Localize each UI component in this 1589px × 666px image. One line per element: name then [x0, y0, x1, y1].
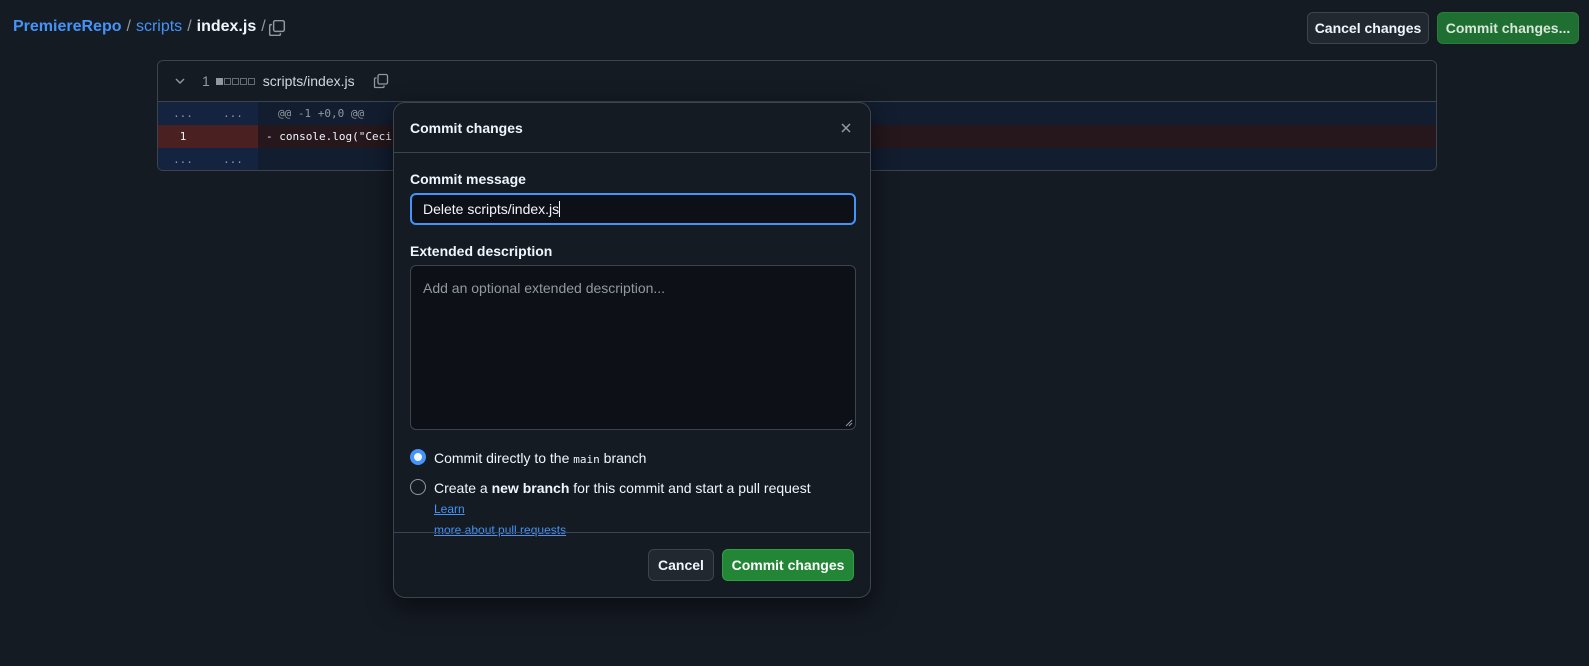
- option-branch-suffix: for this commit and start a pull request: [573, 480, 811, 496]
- chevron-down-icon[interactable]: [174, 75, 186, 87]
- new-branch-option[interactable]: Create a new branch for this commit and …: [410, 478, 854, 540]
- breadcrumb-current-file: index.js: [196, 18, 257, 35]
- radio-unselected-icon[interactable]: [410, 479, 426, 495]
- branch-name: main: [573, 453, 600, 466]
- option-branch-bold: new branch: [491, 480, 570, 496]
- expand-line-left[interactable]: ...: [158, 148, 208, 170]
- option-direct-prefix: Commit directly to the: [434, 450, 570, 466]
- radio-selected-icon[interactable]: [410, 449, 426, 465]
- breadcrumb-separator: /: [261, 18, 266, 35]
- commit-message-input[interactable]: Delete scripts/index.js: [410, 193, 856, 225]
- diff-filename: scripts/index.js: [262, 73, 355, 89]
- deleted-line-code: - console.log("Ceci: [266, 130, 392, 143]
- extended-description-textarea[interactable]: Add an optional extended description...: [410, 265, 856, 430]
- commit-message-label: Commit message: [410, 171, 526, 187]
- diff-count: 1: [202, 73, 210, 89]
- description-placeholder: Add an optional extended description...: [423, 280, 666, 296]
- copy-path-icon[interactable]: [268, 19, 286, 37]
- cancel-button[interactable]: Cancel: [648, 549, 714, 581]
- option-direct-suffix: branch: [603, 450, 647, 466]
- dialog-title: Commit changes: [410, 119, 523, 136]
- commit-changes-button[interactable]: Commit changes...: [1437, 12, 1579, 44]
- breadcrumb: PremiereRepo / scripts / index.js /: [13, 18, 271, 36]
- commit-button[interactable]: Commit changes: [722, 549, 854, 581]
- dialog-footer: Cancel Commit changes: [394, 532, 870, 597]
- new-line-number: [208, 125, 258, 148]
- close-icon[interactable]: [838, 120, 854, 136]
- top-bar: PremiereRepo / scripts / index.js / Canc…: [0, 0, 1589, 56]
- expand-line-right[interactable]: ...: [208, 102, 258, 125]
- dialog-header: Commit changes: [394, 103, 870, 153]
- text-caret: [559, 201, 561, 217]
- copy-icon[interactable]: [373, 73, 389, 89]
- commit-direct-option[interactable]: Commit directly to the main branch: [410, 448, 854, 470]
- breadcrumb-folder-link[interactable]: scripts: [136, 18, 182, 36]
- diffstat-icon: [215, 77, 255, 85]
- expand-line-right[interactable]: ...: [208, 148, 258, 170]
- diff-header: 1 scripts/index.js: [158, 61, 1436, 102]
- breadcrumb-separator: /: [187, 18, 192, 35]
- option-branch-prefix: Create a: [434, 480, 488, 496]
- breadcrumb-separator: /: [126, 18, 131, 35]
- hunk-header: @@ -1 +0,0 @@: [278, 107, 365, 120]
- extended-description-label: Extended description: [410, 243, 553, 259]
- commit-dialog: Commit changes Commit message Delete scr…: [393, 102, 871, 598]
- expand-line-left[interactable]: ...: [158, 102, 208, 125]
- cancel-changes-button[interactable]: Cancel changes: [1307, 12, 1429, 44]
- old-line-number: 1: [158, 125, 208, 148]
- commit-message-value: Delete scripts/index.js: [423, 201, 560, 217]
- learn-more-link[interactable]: Learn: [434, 502, 465, 516]
- breadcrumb-repo-link[interactable]: PremiereRepo: [13, 18, 122, 36]
- resize-grip-icon[interactable]: [845, 419, 853, 427]
